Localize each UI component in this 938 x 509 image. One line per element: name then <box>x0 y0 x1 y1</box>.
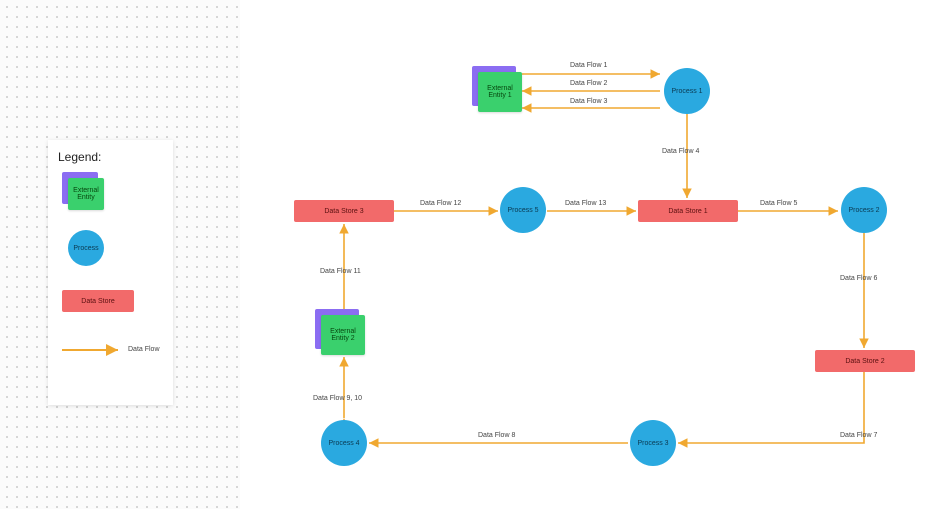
data-store-2[interactable]: Data Store 2 <box>815 350 915 372</box>
process-4[interactable]: Process 4 <box>321 420 367 466</box>
flow-label-12: Data Flow 12 <box>420 200 461 207</box>
flow-label-4: Data Flow 4 <box>662 148 699 155</box>
diagram-stage: Legend: External Entity Process Data Sto… <box>0 0 938 509</box>
flow-label-5: Data Flow 5 <box>760 200 797 207</box>
legend-data-store: Data Store <box>62 290 134 312</box>
process-1[interactable]: Process 1 <box>664 68 710 114</box>
flow-label-8: Data Flow 8 <box>478 432 515 439</box>
diagram-canvas[interactable]: External Entity 1 External Entity 2 Proc… <box>240 0 938 509</box>
external-entity-2[interactable]: External Entity 2 <box>321 315 365 355</box>
data-store-1[interactable]: Data Store 1 <box>638 200 738 222</box>
process-3[interactable]: Process 3 <box>630 420 676 466</box>
legend-process: Process <box>68 230 104 266</box>
legend-flow-label: Data Flow <box>128 346 160 353</box>
legend-title: Legend: <box>58 150 101 164</box>
flow-label-2: Data Flow 2 <box>570 80 607 87</box>
flow-label-7: Data Flow 7 <box>840 432 877 439</box>
flow-label-11: Data Flow 11 <box>320 268 361 275</box>
legend-external-entity: External Entity <box>68 178 104 210</box>
data-store-3[interactable]: Data Store 3 <box>294 200 394 222</box>
external-entity-1[interactable]: External Entity 1 <box>478 72 522 112</box>
flow-label-13: Data Flow 13 <box>565 200 606 207</box>
flow-label-9-10: Data Flow 9, 10 <box>313 395 362 402</box>
legend-panel: Legend: External Entity Process Data Sto… <box>48 140 173 405</box>
process-5[interactable]: Process 5 <box>500 187 546 233</box>
flow-label-6: Data Flow 6 <box>840 275 877 282</box>
process-2[interactable]: Process 2 <box>841 187 887 233</box>
flow-label-1: Data Flow 1 <box>570 62 607 69</box>
flow-label-3: Data Flow 3 <box>570 98 607 105</box>
